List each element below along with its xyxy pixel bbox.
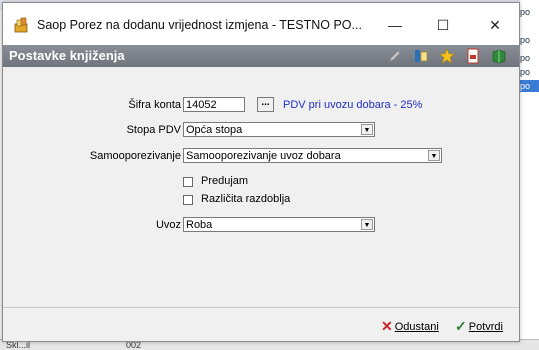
import-select[interactable]: Roba ▼ [183,217,375,232]
self-taxation-value: Samooporezivanje uvoz dobara [186,150,341,162]
window-title: Saop Porez na dodanu vrijednost izmjena … [37,18,362,32]
book-icon[interactable] [491,48,507,64]
import-label: Uvoz [155,219,181,231]
title-bar: Saop Porez na dodanu vrijednost izmjena … [3,3,519,45]
account-code-label: Šifra konta [128,99,181,111]
background-list-row-selected: po [520,80,539,92]
different-periods-label: Različita razdoblja [201,193,291,205]
advance-payment-label: Predujam [201,175,249,187]
self-taxation-label: Samooporezivanje [89,150,181,162]
app-icon [14,17,28,33]
cancel-button[interactable]: ✕ Odustani [381,317,439,335]
import-value: Roba [186,219,213,231]
vat-rate-label: Stopa PDV [126,124,181,136]
edit-pen-icon[interactable] [387,48,403,64]
confirm-button[interactable]: ✓ Potvrdi [455,317,503,335]
dialog-window: Saop Porez na dodanu vrijednost izmjena … [2,2,520,342]
footer-divider [3,307,519,308]
minimize-button[interactable]: — [377,13,413,37]
account-description: PDV pri uvozu dobara - 25% [283,99,423,111]
close-button[interactable]: ✕ [477,13,513,37]
confirm-check-icon: ✓ [455,318,467,334]
form-area: Šifra konta 14052 ... PDV pri uvozu doba… [3,67,519,307]
section-title: Postavke knjiženja [9,48,125,63]
cancel-x-icon: ✕ [381,318,393,334]
background-list-row: po [520,53,531,63]
star-icon[interactable] [439,48,455,64]
section-header-bar: Postavke knjiženja [3,45,519,67]
chevron-down-icon[interactable]: ▼ [361,124,373,135]
pdf-document-icon[interactable] [465,48,481,64]
maximize-button[interactable]: ☐ [425,13,461,37]
background-list: po po po po po [520,0,539,349]
background-list-row: po [520,35,531,45]
confirm-button-label: Potvrdi [468,321,503,333]
vat-rate-select[interactable]: Opća stopa ▼ [183,122,375,137]
document-list-icon[interactable] [413,48,429,64]
cancel-button-label: Odustani [394,321,439,333]
different-periods-checkbox[interactable] [183,195,193,205]
background-list-row: po [520,7,531,17]
chevron-down-icon[interactable]: ▼ [361,219,373,230]
background-list-row: po [520,67,531,77]
self-taxation-select[interactable]: Samooporezivanje uvoz dobara ▼ [183,148,442,163]
vat-rate-value: Opća stopa [186,124,243,136]
chevron-down-icon[interactable]: ▼ [428,150,440,161]
account-code-input[interactable]: 14052 [183,97,245,112]
account-lookup-button[interactable]: ... [257,97,274,112]
advance-payment-checkbox[interactable] [183,177,193,187]
